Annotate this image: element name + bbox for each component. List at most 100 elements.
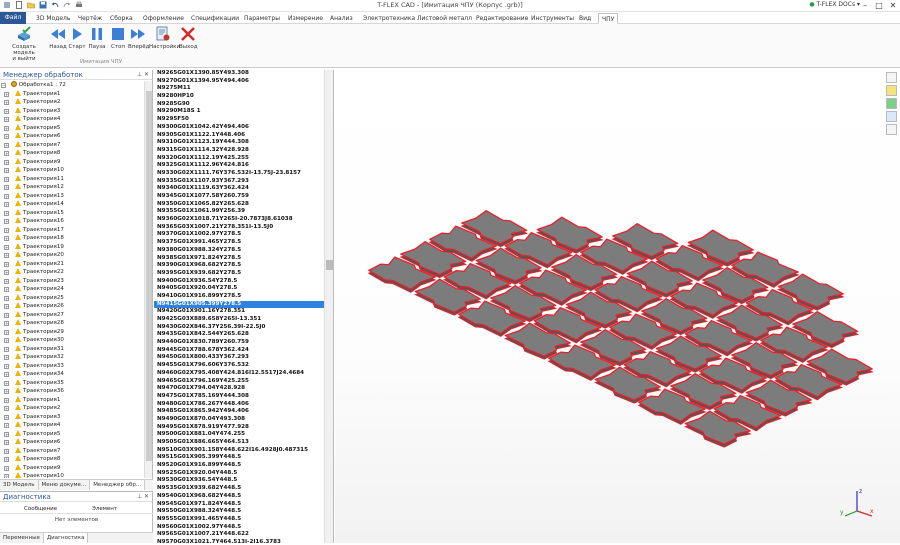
program-line[interactable]: N9570G03X1021.7Y464.513I-2J16.3783 bbox=[154, 539, 324, 543]
program-line[interactable]: N9285G90 bbox=[154, 101, 324, 109]
program-line[interactable]: N9300G01X1042.42Y494.406 bbox=[154, 124, 324, 132]
tab-measurement[interactable]: Измерение bbox=[285, 13, 326, 24]
expand-icon[interactable]: + bbox=[4, 210, 9, 216]
tree-item[interactable]: + Траектория26 bbox=[0, 302, 144, 311]
back-button[interactable]: Назад bbox=[48, 26, 68, 50]
tab-assembly[interactable]: Сборка bbox=[107, 13, 136, 24]
program-line[interactable]: N9355G01X1061.99Y256.39 bbox=[154, 208, 324, 216]
tree-item[interactable]: + Траектория12 bbox=[0, 183, 144, 192]
tab-parameters[interactable]: Параметры bbox=[241, 13, 283, 24]
program-line[interactable]: N9345G01X1077.58Y260.759 bbox=[154, 193, 324, 201]
expand-icon[interactable]: + bbox=[4, 91, 9, 97]
program-line[interactable]: N9465G01X796.169Y425.255 bbox=[154, 378, 324, 386]
tree-item[interactable]: + Траектория5 bbox=[0, 123, 144, 133]
tree-item[interactable]: + Траектория24 bbox=[0, 285, 144, 294]
tree-item[interactable]: + Траектория28 bbox=[0, 319, 144, 328]
tree-scrollbar[interactable] bbox=[144, 81, 152, 478]
expand-icon[interactable]: + bbox=[4, 363, 9, 369]
tab-electrical[interactable]: Электротехника bbox=[360, 13, 418, 24]
program-scrollbar[interactable] bbox=[324, 70, 333, 543]
tree-item[interactable]: + Траектория2 bbox=[0, 404, 144, 413]
expand-icon[interactable]: + bbox=[4, 278, 9, 284]
tree-item[interactable]: + Траектория30 bbox=[0, 336, 144, 345]
program-line[interactable]: N9470G01X794.04Y428.928 bbox=[154, 385, 324, 393]
program-line[interactable]: N9375G01X991.465Y278.5 bbox=[154, 239, 324, 247]
expand-icon[interactable]: + bbox=[4, 287, 9, 292]
program-line[interactable]: N9505G01X886.665Y464.513 bbox=[154, 439, 324, 447]
program-line[interactable]: N9445G01X788.678Y362.424 bbox=[154, 347, 324, 355]
program-line[interactable]: N9515G01X905.399Y448.5 bbox=[154, 454, 324, 462]
program-line[interactable]: N9325G01X1112.96Y424.816 bbox=[154, 162, 324, 170]
tree-item[interactable]: + Траектория23 bbox=[0, 276, 144, 286]
tree-item[interactable]: + Траектория6 bbox=[0, 438, 144, 447]
program-line[interactable]: N9565G01X1007.21Y448.622 bbox=[154, 531, 324, 539]
nc-program-listing[interactable]: N9265G01X1390.85Y493.308 N9270G01X1394.95… bbox=[154, 70, 324, 543]
tab-tools[interactable]: Инструменты bbox=[528, 13, 577, 24]
program-line[interactable]: N9370G01X1002.97Y278.5 bbox=[154, 231, 324, 239]
tree-item[interactable]: + Траектория36 bbox=[0, 387, 144, 396]
forward-button[interactable]: Вперёд bbox=[128, 26, 149, 50]
tree-item[interactable]: + Траектория35 bbox=[0, 378, 144, 388]
close-window-button[interactable]: ✕ bbox=[886, 0, 900, 11]
tab-sheet-metal[interactable]: Листовой металл bbox=[414, 13, 475, 24]
program-line[interactable]: N9540G01X968.682Y448.5 bbox=[154, 493, 324, 501]
tab-cnc[interactable]: ЧПУ bbox=[598, 13, 619, 24]
panel-pin-close-icons[interactable]: ⊥ ✕ bbox=[137, 70, 149, 80]
tree-item[interactable]: + Траектория34 bbox=[0, 370, 144, 379]
tree-item[interactable]: + Траектория1 bbox=[0, 395, 144, 405]
tree-item[interactable]: + Траектория27 bbox=[0, 310, 144, 320]
expand-icon[interactable]: + bbox=[4, 321, 9, 326]
program-line[interactable]: N9340G01X1119.63Y362.424 bbox=[154, 185, 324, 193]
program-line[interactable]: N9380G01X988.324Y278.5 bbox=[154, 247, 324, 255]
program-line[interactable]: N9335G01X1107.93Y367.293 bbox=[154, 178, 324, 186]
program-line[interactable]: N9455G01X796.606Y376.532 bbox=[154, 362, 324, 370]
expand-icon[interactable]: + bbox=[4, 125, 9, 131]
minimize-button[interactable]: – bbox=[858, 0, 872, 11]
tree-item[interactable]: + Траектория21 bbox=[0, 259, 144, 269]
tree-item[interactable]: + Траектория4 bbox=[0, 421, 144, 430]
expand-icon[interactable]: + bbox=[4, 448, 9, 454]
program-line[interactable]: N9525G01X920.04Y448.5 bbox=[154, 470, 324, 478]
tree-item[interactable]: + Траектория15 bbox=[0, 208, 144, 218]
expand-icon[interactable]: + bbox=[4, 193, 9, 199]
tree-item[interactable]: + Траектория5 bbox=[0, 429, 144, 439]
program-line[interactable]: N9495G01X878.919Y477.928 bbox=[154, 424, 324, 432]
tab-3d-model[interactable]: 3D Модель bbox=[33, 13, 73, 24]
tree-item[interactable]: + Траектория1 bbox=[0, 89, 144, 99]
expand-icon[interactable]: + bbox=[4, 219, 9, 224]
expand-icon[interactable]: + bbox=[4, 389, 9, 394]
program-line[interactable]: N9550G01X988.324Y448.5 bbox=[154, 508, 324, 516]
stop-button[interactable]: Стоп bbox=[109, 26, 127, 50]
expand-icon[interactable]: + bbox=[4, 236, 9, 241]
program-line[interactable]: N9290M18S 1 bbox=[154, 108, 324, 116]
expand-icon[interactable]: + bbox=[4, 329, 9, 335]
expand-icon[interactable]: + bbox=[4, 380, 9, 386]
tree-item[interactable]: + Траектория4 bbox=[0, 115, 144, 124]
expand-icon[interactable]: + bbox=[4, 108, 9, 114]
expand-icon[interactable]: + bbox=[4, 474, 9, 478]
tab-analysis[interactable]: Анализ bbox=[327, 13, 356, 24]
program-line[interactable]: N9460G02X795.408Y424.816I12.5517J24.4684 bbox=[154, 370, 324, 378]
expand-icon[interactable]: + bbox=[4, 397, 9, 403]
program-line[interactable]: N9485G01X865.942Y494.406 bbox=[154, 408, 324, 416]
tflex-docs-link[interactable]: ● T-FLEX DOCs ▾ bbox=[809, 1, 860, 8]
program-line[interactable]: N9490G01X870.04Y493.308 bbox=[154, 416, 324, 424]
expand-icon[interactable]: + bbox=[4, 261, 9, 267]
program-line[interactable]: N9315G01X1114.32Y428.928 bbox=[154, 147, 324, 155]
program-line[interactable]: N9400G01X936.54Y278.5 bbox=[154, 278, 324, 286]
program-line[interactable]: N9420G01X901.16Y278.351 bbox=[154, 308, 324, 316]
zoom-icon[interactable] bbox=[886, 72, 897, 83]
exit-button[interactable]: Выход bbox=[179, 26, 198, 50]
expand-icon[interactable]: + bbox=[4, 423, 9, 428]
expand-icon[interactable]: + bbox=[4, 117, 9, 122]
tree-item[interactable]: + Траектория3 bbox=[0, 412, 144, 422]
tree-item[interactable]: + Траектория18 bbox=[0, 234, 144, 243]
scrollbar-thumb[interactable] bbox=[146, 91, 152, 461]
program-line[interactable]: N9305G01X1122.1Y448.406 bbox=[154, 132, 324, 140]
tree-item[interactable]: + Траектория31 bbox=[0, 344, 144, 354]
toggle-panel-icon[interactable] bbox=[886, 111, 897, 122]
pause-button[interactable]: Пауза bbox=[88, 26, 106, 50]
expand-icon[interactable]: + bbox=[4, 312, 9, 318]
expand-icon[interactable]: + bbox=[4, 253, 9, 258]
program-line[interactable]: N9475G01X785.169Y444.308 bbox=[154, 393, 324, 401]
